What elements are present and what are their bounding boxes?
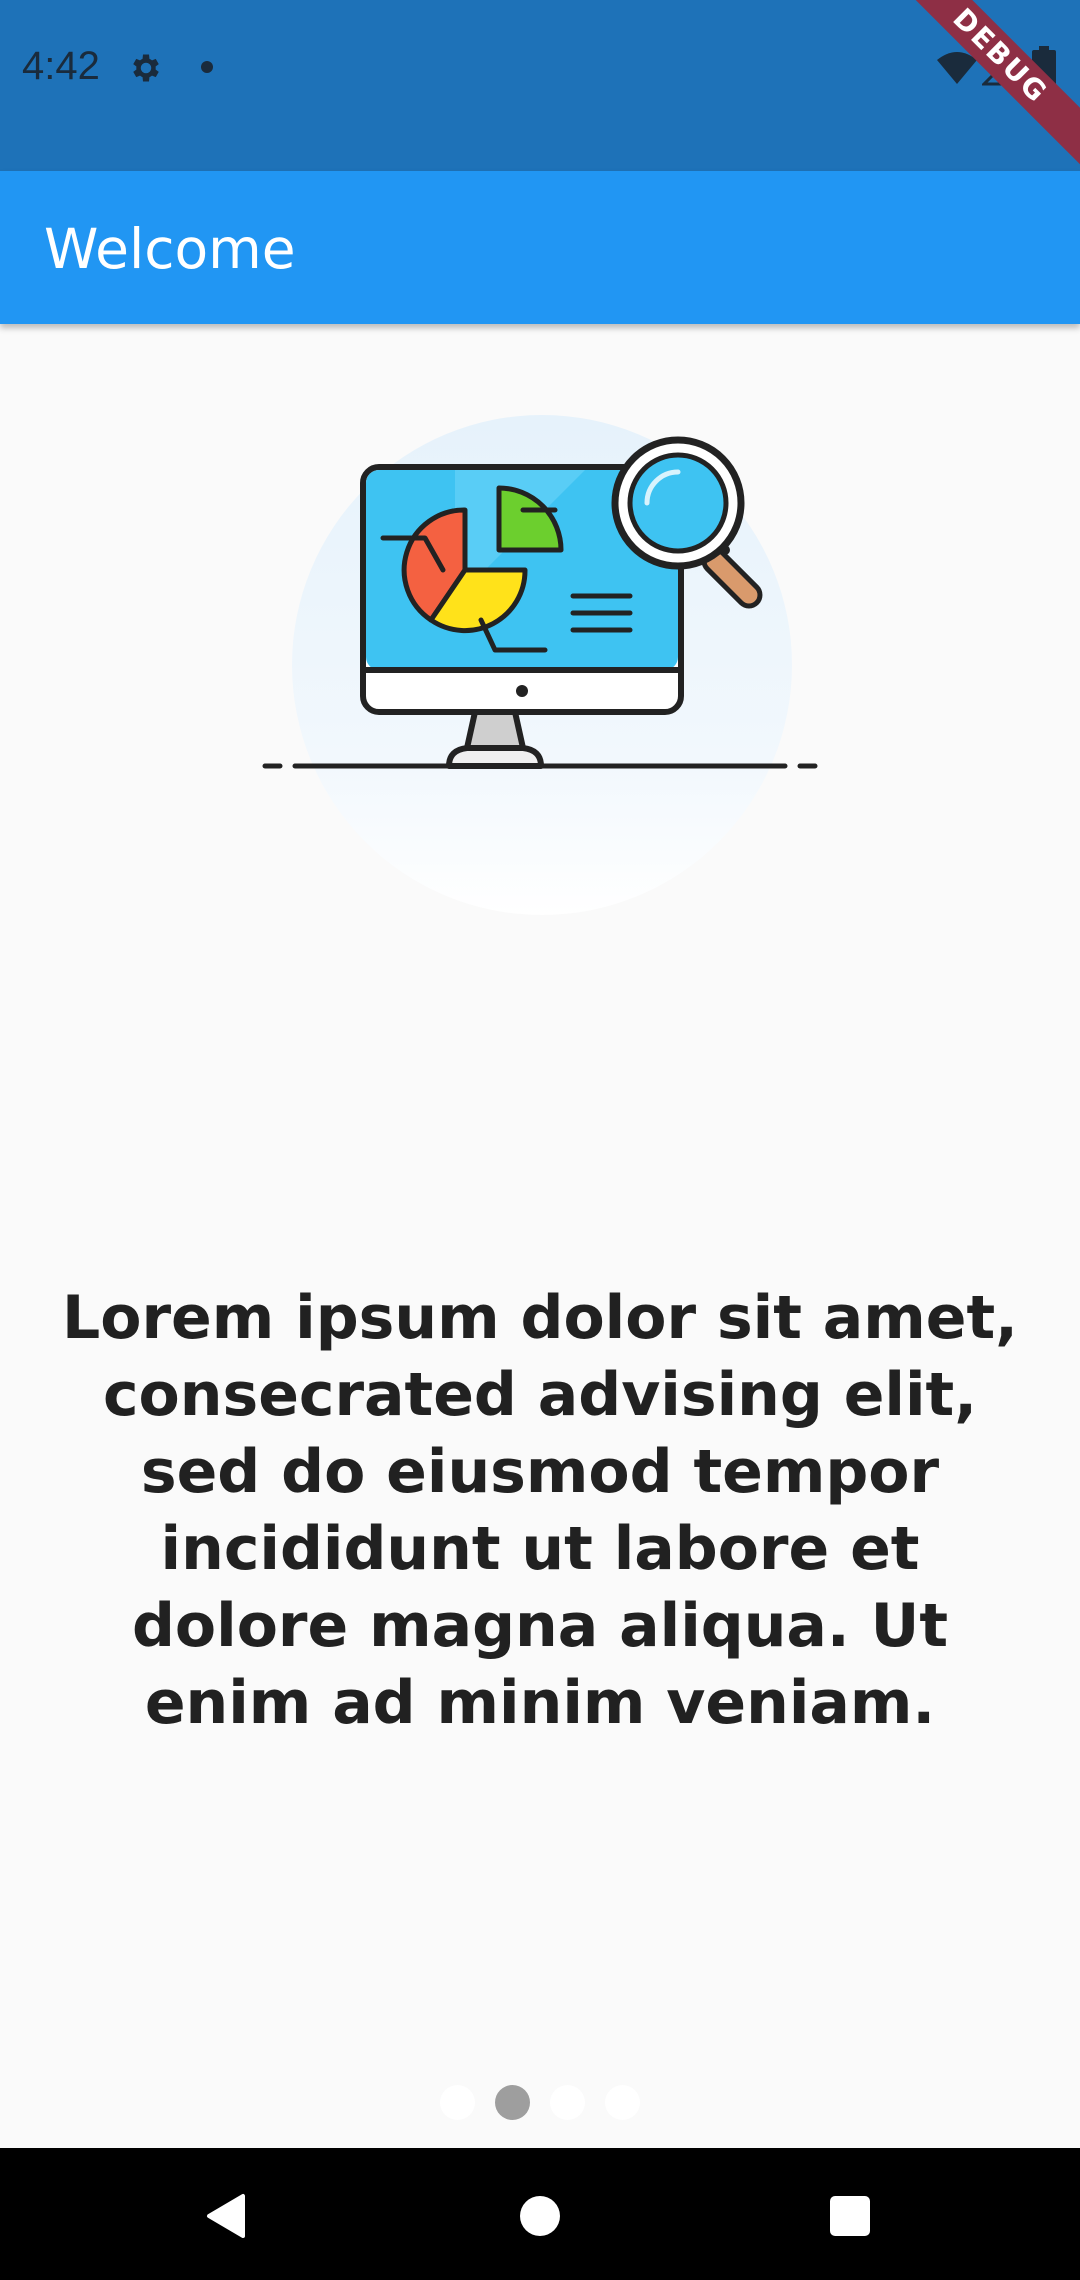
gear-icon: [128, 50, 164, 91]
navigation-bar: [0, 2148, 1080, 2280]
page-dot-1[interactable]: [440, 2085, 475, 2120]
status-time: 4:42: [22, 44, 100, 88]
onboarding-description: Lorem ipsum dolor sit amet, consecrated …: [62, 1283, 1018, 1738]
recents-button[interactable]: [810, 2178, 890, 2258]
analytics-monitor-illustration: [255, 400, 825, 940]
back-button[interactable]: [186, 2178, 266, 2258]
recents-icon: [829, 2195, 871, 2242]
page-indicator: [0, 2085, 1080, 2121]
page-title: Welcome: [44, 217, 296, 281]
back-icon: [201, 2191, 251, 2246]
page-dot-2-active[interactable]: [495, 2085, 530, 2120]
page-dot-4[interactable]: [605, 2085, 640, 2120]
home-icon: [518, 2194, 562, 2243]
notification-dot-icon: [200, 60, 214, 79]
page-dot-3[interactable]: [550, 2085, 585, 2120]
debug-banner: DEBUG: [879, 0, 1080, 171]
status-bar: 4:42 DEBUG: [0, 0, 1080, 171]
app-bar: Welcome: [0, 171, 1080, 324]
home-button[interactable]: [500, 2178, 580, 2258]
